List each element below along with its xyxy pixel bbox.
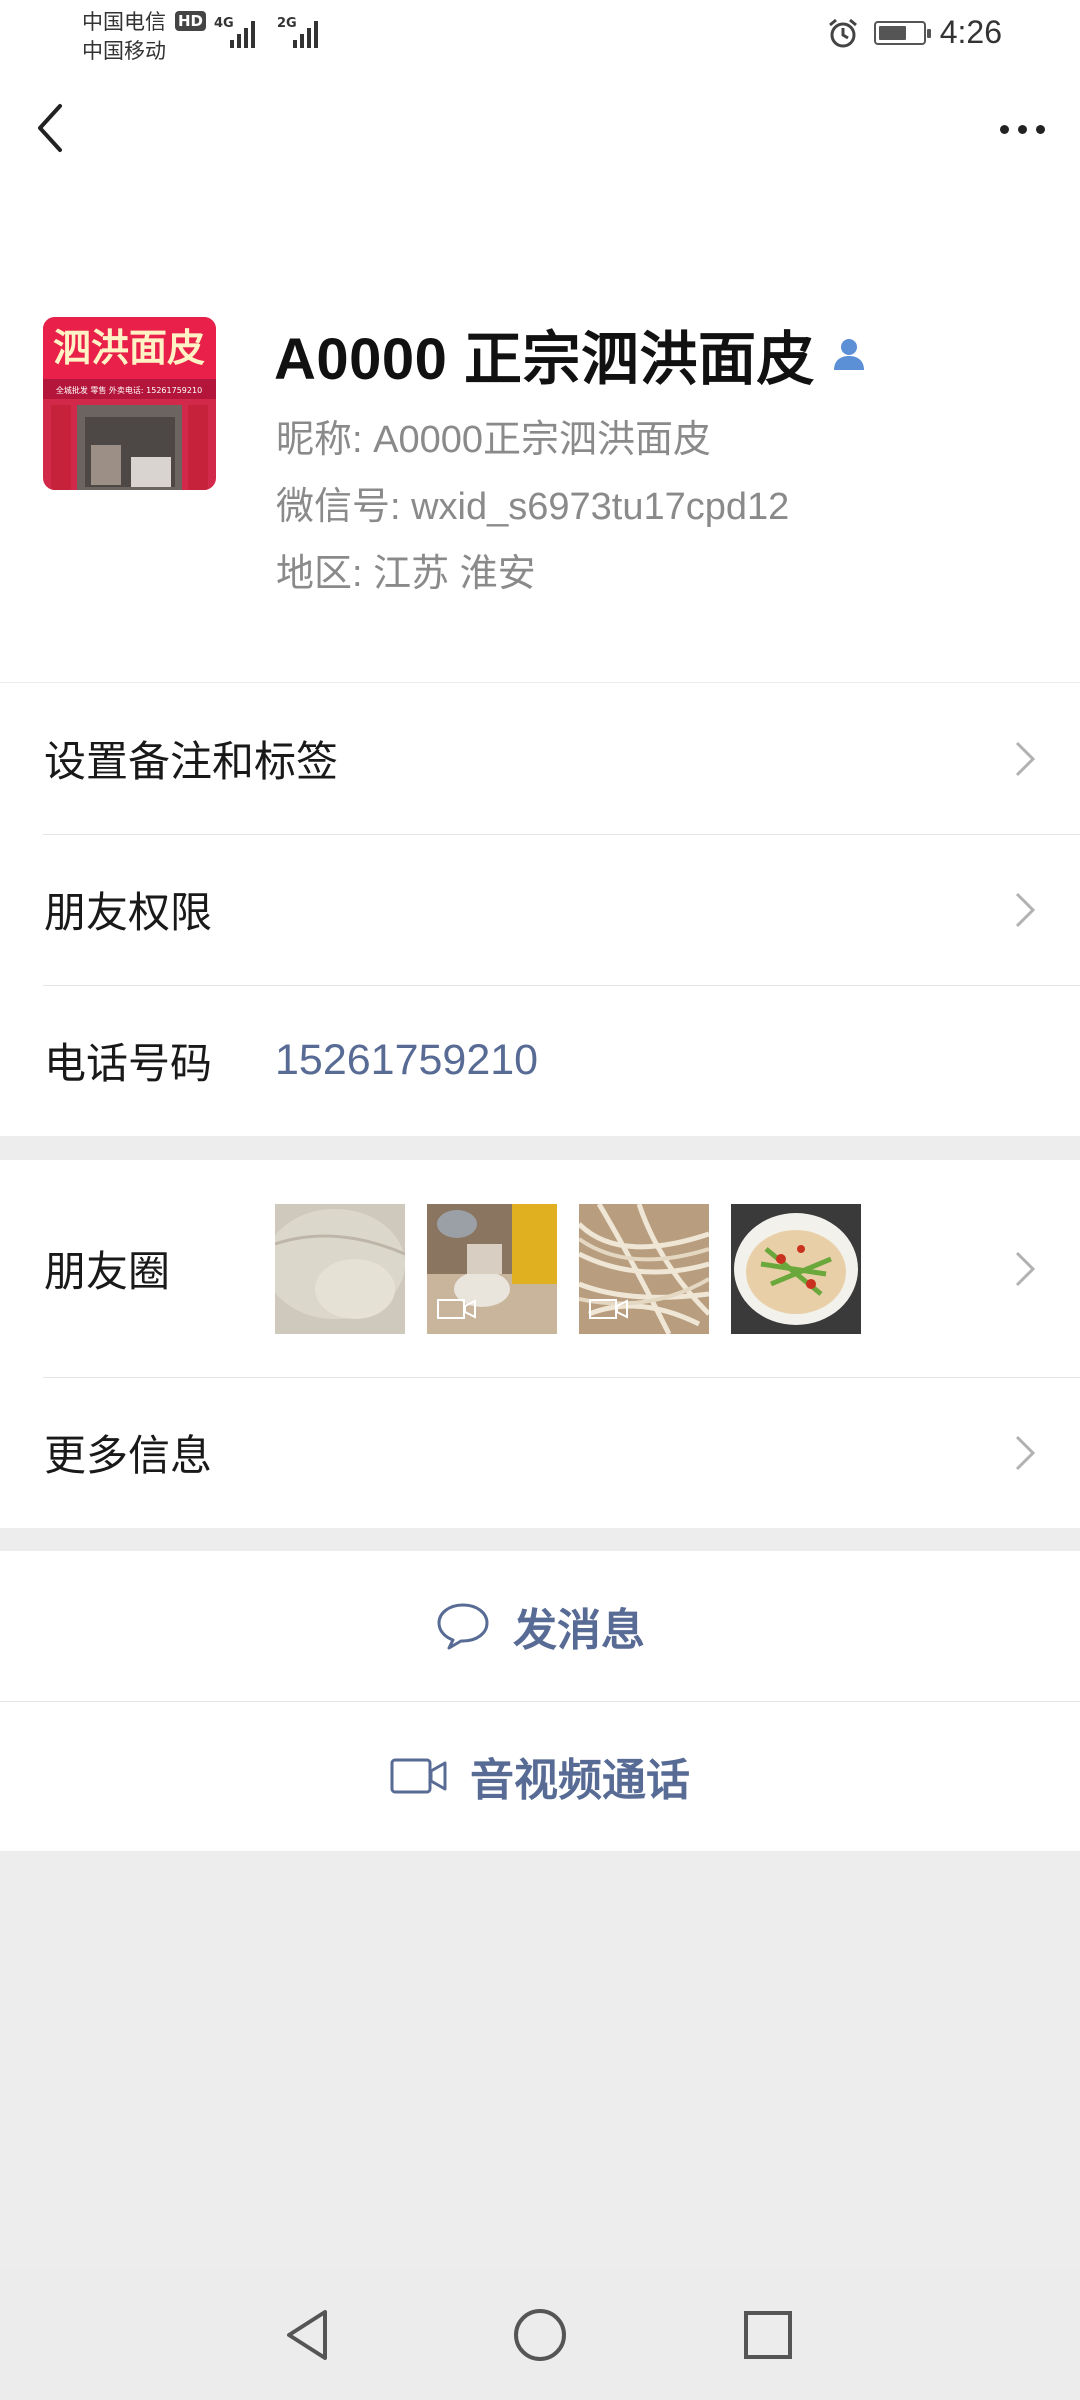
more-info-cell[interactable]: 更多信息 (0, 1377, 1080, 1528)
circle-home-icon[interactable] (505, 2300, 575, 2370)
shop-sign-avatar-image: 泗洪面皮 全城批发 零售 外卖电话: 15261759210 (43, 317, 216, 490)
status-right: 4:26 (826, 14, 1002, 51)
battery-icon (873, 20, 931, 45)
remark-and-tags-cell[interactable]: 设置备注和标签 (0, 683, 1080, 834)
chevron-right-icon (1015, 892, 1036, 927)
carrier-names: 中国电信 中国移动 (82, 8, 166, 66)
system-navigation-bar (0, 2270, 1080, 2400)
call-label: 音视频通话 (470, 1756, 690, 1805)
nickname-line: 昵称: A0000正宗泗洪面皮 (276, 419, 711, 461)
ellipsis-dot (999, 124, 1009, 134)
alarm-icon (828, 18, 857, 47)
top-nav-bar (0, 70, 1080, 200)
wechat-id-line: 微信号: wxid_s6973tu17cpd12 (276, 486, 790, 528)
phone-number-link[interactable]: 15261759210 (275, 1036, 538, 1085)
signal-bars-2-icon (293, 18, 318, 48)
more-options-button[interactable] (992, 104, 1052, 154)
chat-bubble-icon (437, 1603, 489, 1650)
send-message-label: 发消息 (513, 1606, 645, 1655)
contact-settings-group: 设置备注和标签 朋友权限 电话号码 15261759210 (0, 683, 1080, 1136)
back-button[interactable] (22, 98, 82, 158)
moment-thumbnail (579, 1203, 709, 1334)
friend-permission-cell[interactable]: 朋友权限 (0, 834, 1080, 985)
ellipsis-dot (1035, 124, 1045, 134)
chevron-right-icon (1015, 1435, 1036, 1470)
name-row: A0000 正宗泗洪面皮 (274, 312, 869, 396)
profile-header: 泗洪面皮 全城批发 零售 外卖电话: 15261759210 A0000 正宗泗… (0, 200, 1080, 682)
region-line: 地区: 江苏 淮安 (276, 553, 536, 595)
phone-label: 电话号码 (44, 1040, 213, 1087)
more-info-label: 更多信息 (44, 1432, 213, 1479)
moments-thumbnails (275, 1203, 861, 1334)
moment-thumbnail (427, 1203, 557, 1334)
video-camera-icon (589, 1298, 628, 1319)
dough-photo-image (275, 1203, 405, 1334)
triangle-back-icon[interactable] (273, 2300, 343, 2370)
moments-group: 朋友圈 更多信息 (0, 1160, 1080, 1528)
moments-label: 朋友圈 (44, 1248, 171, 1295)
send-message-button[interactable]: 发消息 (0, 1551, 1080, 1701)
carrier-2: 中国移动 (82, 39, 166, 63)
chevron-left-icon (38, 104, 62, 152)
actions-group: 发消息 音视频通话 (0, 1551, 1080, 1851)
moment-thumbnail (731, 1203, 861, 1334)
carrier-1: 中国电信 (82, 10, 166, 34)
moments-cell[interactable]: 朋友圈 (0, 1160, 1080, 1377)
contact-person-icon (834, 339, 865, 370)
remark-label: 设置备注和标签 (44, 738, 339, 785)
status-time: 4:26 (939, 14, 1002, 50)
noodle-dish-photo-image (731, 1203, 861, 1334)
avatar-sign-text: 泗洪面皮 (53, 325, 205, 370)
display-name: A0000 正宗泗洪面皮 (274, 327, 816, 392)
square-recents-icon[interactable] (733, 2300, 803, 2370)
chevron-right-icon (1015, 741, 1036, 776)
video-camera-icon (437, 1298, 476, 1319)
hd-badge: HD (175, 11, 207, 31)
status-bar: 中国电信 中国移动 HD 4G 2G 4:26 (0, 0, 1080, 70)
avatar[interactable]: 泗洪面皮 全城批发 零售 外卖电话: 15261759210 (43, 317, 216, 490)
permission-label: 朋友权限 (44, 889, 213, 936)
phone-number-cell: 电话号码 15261759210 (0, 985, 1080, 1136)
video-call-icon (390, 1758, 447, 1794)
audio-video-call-button[interactable]: 音视频通话 (0, 1701, 1080, 1851)
ellipsis-dot (1017, 124, 1027, 134)
signal-bars-1-icon (230, 18, 255, 48)
avatar-sign-subtext: 全城批发 零售 外卖电话: 15261759210 (56, 385, 202, 395)
moment-thumbnail (275, 1203, 405, 1334)
chevron-right-icon (1015, 1251, 1036, 1286)
